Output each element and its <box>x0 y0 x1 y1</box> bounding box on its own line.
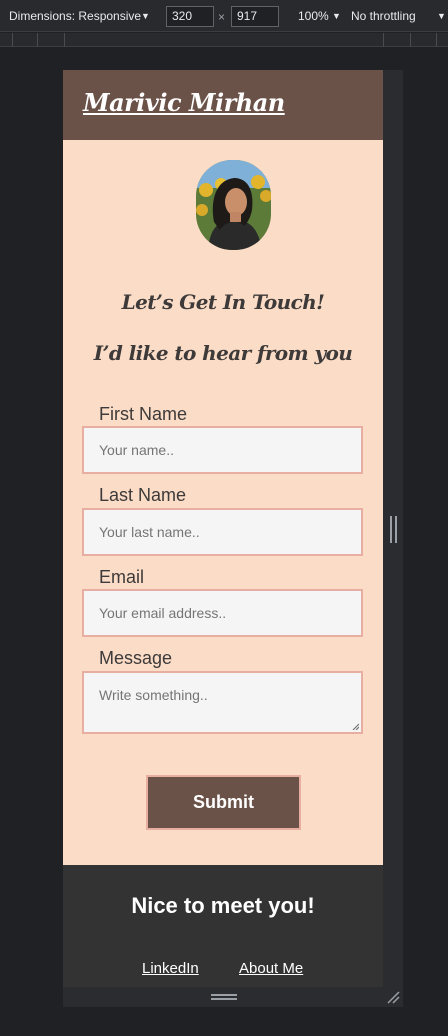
textarea-resize-grip-icon[interactable] <box>352 723 359 730</box>
throttling-caret-icon[interactable]: ▼ <box>437 0 446 32</box>
device-toolbar: Dimensions: Responsive ▼ 320 × 917 100% … <box>0 0 448 32</box>
footer-title: Nice to meet you! <box>131 893 315 918</box>
ruler-segment[interactable] <box>436 33 437 47</box>
message-label: Message <box>99 648 173 668</box>
site-title-link[interactable]: Marivic Mirhan <box>83 88 285 117</box>
media-query-ruler <box>0 33 448 47</box>
site-header: Marivic Mirhan <box>63 70 383 140</box>
ruler-segment[interactable] <box>383 33 384 47</box>
dimension-times-sign: × <box>218 10 226 24</box>
device-viewport: Marivic Mirhan Let’s Get In Touch! I’d l… <box>63 70 403 1007</box>
last-name-input[interactable]: Your last name.. <box>82 508 363 556</box>
dimensions-select[interactable]: Dimensions: Responsive <box>9 0 141 32</box>
zoom-caret-icon[interactable]: ▼ <box>332 0 341 32</box>
zoom-select[interactable]: 100% <box>298 0 329 32</box>
site-footer: Nice to meet you! LinkedIn About Me <box>63 865 383 987</box>
message-textarea[interactable]: Write something.. <box>82 671 363 734</box>
first-name-label: First Name <box>99 404 188 424</box>
width-input[interactable]: 320 <box>166 6 214 27</box>
contact-headline: Let’s Get In Touch! <box>121 290 325 314</box>
height-input[interactable]: 917 <box>231 6 279 27</box>
throttling-select[interactable]: No throttling <box>351 0 416 32</box>
message-placeholder: Write something.. <box>99 687 208 703</box>
ruler-segment[interactable] <box>12 33 13 47</box>
profile-photo <box>196 160 271 250</box>
dimensions-caret-icon[interactable]: ▼ <box>141 0 150 32</box>
last-name-label: Last Name <box>99 485 187 505</box>
ruler-segment[interactable] <box>410 33 411 47</box>
linkedin-link[interactable]: LinkedIn <box>142 960 199 977</box>
ruler-segment[interactable] <box>64 33 65 47</box>
about-me-link[interactable]: About Me <box>239 960 303 977</box>
first-name-input[interactable]: Your name.. <box>82 426 363 474</box>
ruler-segment[interactable] <box>37 33 38 47</box>
contact-page: Marivic Mirhan Let’s Get In Touch! I’d l… <box>63 70 383 987</box>
corner-resize-handle-icon[interactable] <box>386 990 400 1004</box>
submit-button[interactable]: Submit <box>146 775 301 830</box>
side-resize-handle-icon[interactable] <box>390 516 397 543</box>
email-label: Email <box>99 567 145 587</box>
contact-subheadline: I’d like to hear from you <box>93 341 353 365</box>
email-input[interactable]: Your email address.. <box>82 589 363 637</box>
bottom-resize-handle-icon[interactable] <box>211 994 237 1000</box>
